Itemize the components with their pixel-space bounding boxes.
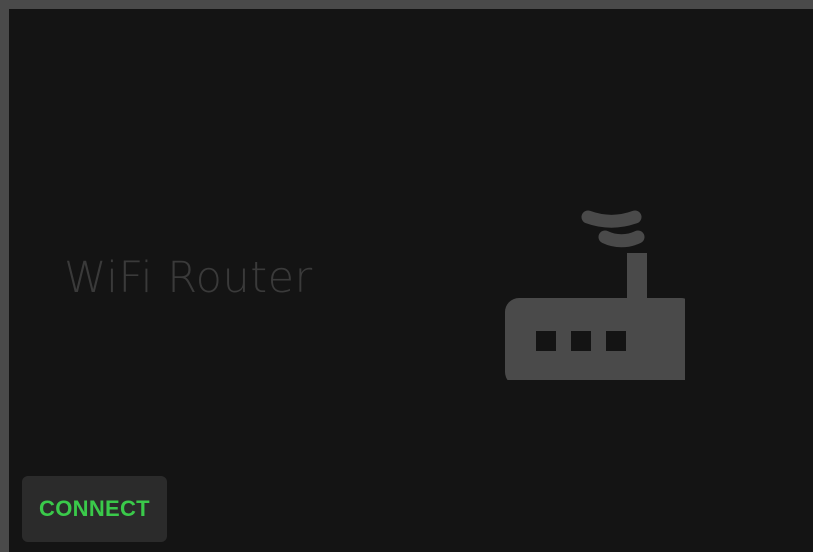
connect-button-label: CONNECT <box>39 496 150 521</box>
wifi-router-icon <box>505 210 685 380</box>
card-title: WiFi Router <box>64 253 313 303</box>
router-card: WiFi Router CONNECT <box>0 0 813 552</box>
connect-button[interactable]: CONNECT <box>22 476 167 542</box>
